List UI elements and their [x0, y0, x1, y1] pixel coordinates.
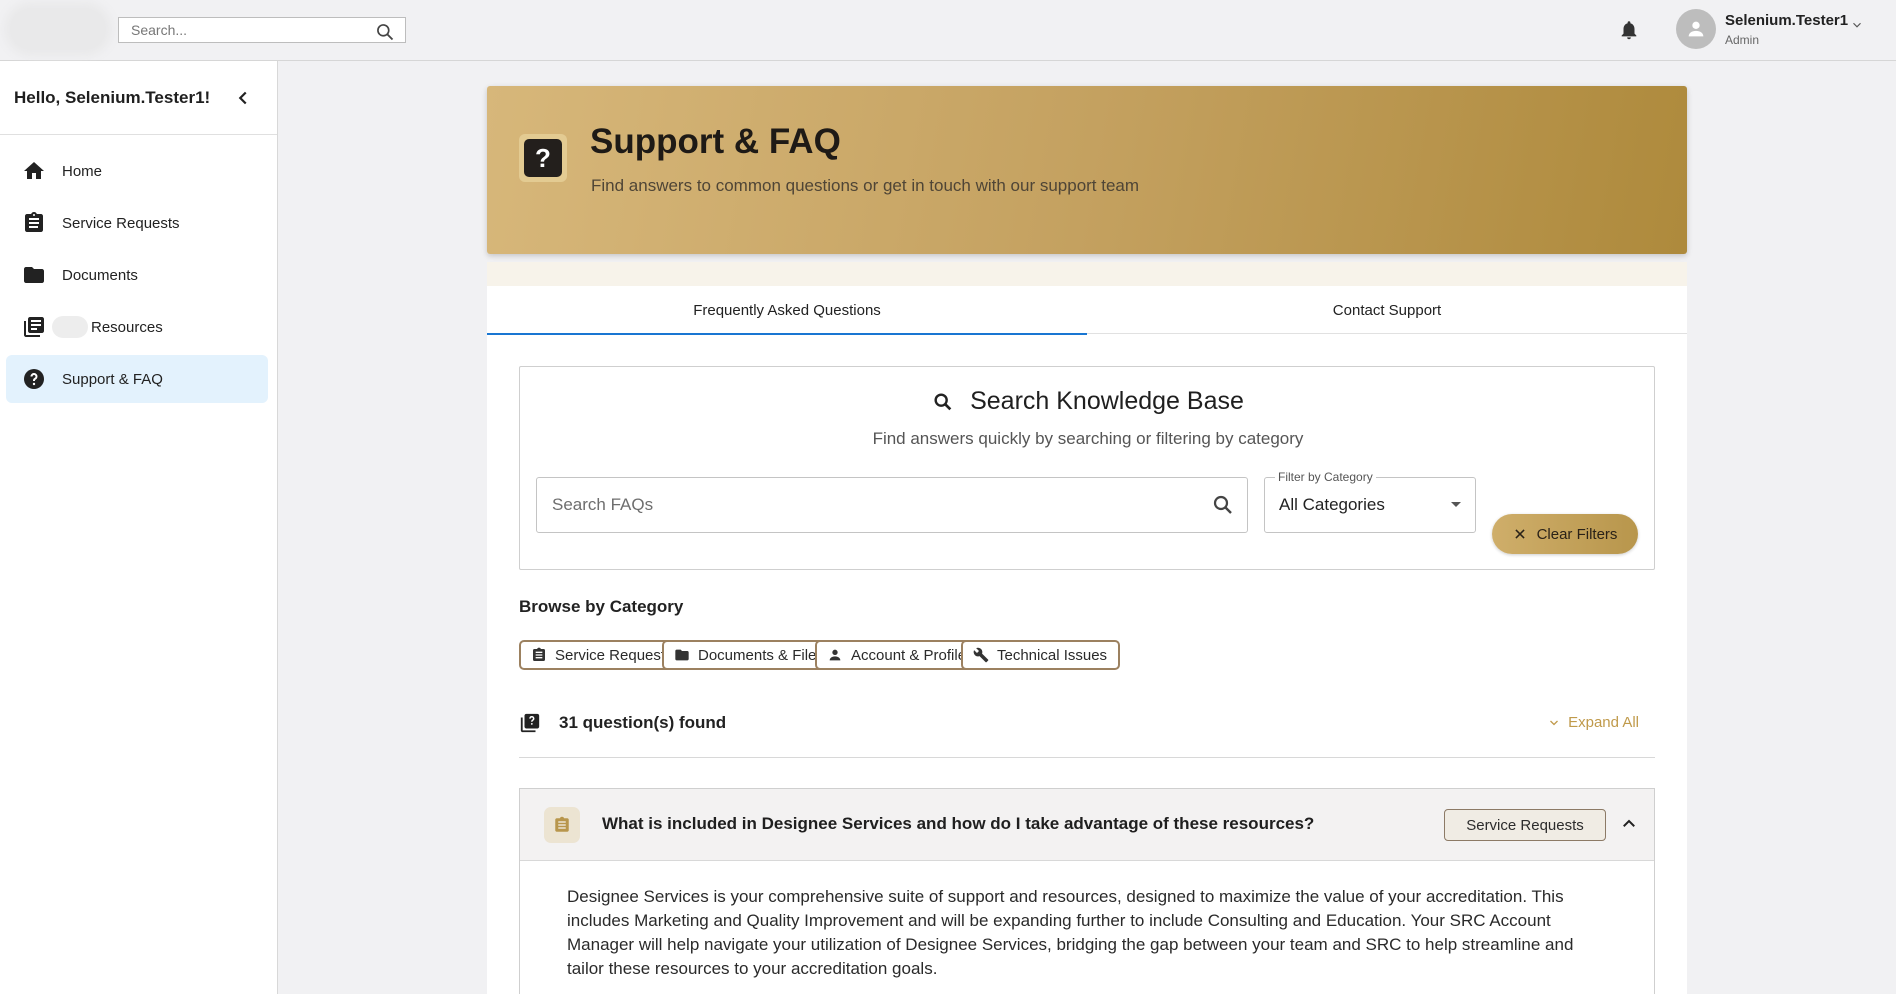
search-icon[interactable] [1211, 493, 1235, 517]
sidebar: Hello, Selenium.Tester1! Home Service Re… [0, 61, 278, 994]
category-chip-account-profile[interactable]: Account & Profile [815, 640, 980, 670]
category-chip-documents-files[interactable]: Documents & Files [662, 640, 837, 670]
logo[interactable] [10, 8, 106, 50]
sidebar-item-documents[interactable]: Documents [6, 251, 268, 299]
category-chip-service-requests[interactable]: Service Requests [519, 640, 686, 670]
sidebar-item-label: Resources [91, 318, 163, 336]
hero-banner: ? Support & FAQ Find answers to common q… [487, 86, 1687, 254]
page-subtitle: Find answers to common questions or get … [591, 176, 1140, 195]
folder-icon [24, 267, 44, 283]
category-filter-value: All Categories [1279, 495, 1385, 514]
chevron-down-icon [1550, 720, 1559, 725]
person-icon [829, 649, 841, 661]
top-bar: Selenium.Tester1 Admin [0, 0, 1896, 61]
sidebar-item-label: Home [62, 162, 103, 180]
faq-search-field[interactable] [536, 477, 1248, 533]
person-icon [1688, 21, 1704, 37]
faq-question[interactable]: What is included in Designee Services an… [602, 814, 1314, 834]
clipboard-icon [544, 807, 580, 843]
folder-icon [675, 649, 689, 661]
tab-faq[interactable]: Frequently Asked Questions [487, 286, 1087, 335]
redacted-label [52, 316, 88, 338]
results-count: 31 question(s) found [559, 713, 727, 732]
page-title: Support & FAQ [590, 122, 841, 161]
chevron-up-icon[interactable] [1620, 815, 1638, 833]
knowledge-base-search-box: Search Knowledge Base Find answers quick… [519, 366, 1655, 570]
faq-category-badge: Service Requests [1444, 809, 1606, 841]
sidebar-item-home[interactable]: Home [6, 147, 268, 195]
search-icon[interactable] [375, 22, 395, 42]
sidebar-item-label: Support & FAQ [62, 370, 163, 388]
library-books-icon [24, 317, 44, 337]
sidebar-item-service-requests[interactable]: Service Requests [6, 199, 268, 247]
notifications-bell-icon[interactable] [1618, 18, 1640, 42]
faq-search-input[interactable] [537, 478, 1177, 532]
home-icon [24, 162, 44, 179]
clipboard-icon [25, 212, 43, 232]
global-search-input[interactable] [119, 18, 359, 42]
hero-divider-strip [487, 262, 1687, 286]
greeting: Hello, Selenium.Tester1! [14, 88, 211, 107]
sidebar-item-label: Documents [62, 266, 138, 284]
clear-filters-button[interactable]: Clear Filters [1492, 514, 1638, 554]
clipboard-icon [533, 647, 545, 661]
close-icon [1514, 529, 1525, 539]
question-mark-icon: ? [519, 134, 567, 182]
user-name[interactable]: Selenium.Tester1 [1725, 12, 1848, 29]
chevron-down-icon[interactable] [1850, 18, 1864, 32]
user-role: Admin [1725, 33, 1760, 47]
wrench-icon [973, 647, 989, 663]
category-filter-label: Filter by Category [1275, 470, 1376, 484]
global-search[interactable] [118, 17, 406, 43]
search-icon [934, 392, 952, 410]
faq-item-header[interactable]: What is included in Designee Services an… [520, 789, 1654, 861]
sidebar-item-resources[interactable]: Resources [6, 303, 268, 351]
dropdown-arrow-icon [1451, 502, 1461, 507]
quiz-icon [520, 713, 540, 733]
knowledge-base-subtitle: Find answers quickly by searching or fil… [872, 429, 1304, 448]
tab-bar: Frequently Asked Questions Contact Suppo… [487, 286, 1687, 335]
expand-all-button[interactable]: Expand All [1548, 714, 1639, 731]
faq-answer: Designee Services is your comprehensive … [567, 887, 1574, 978]
faq-panel: Frequently Asked Questions Contact Suppo… [487, 286, 1687, 994]
sidebar-item-label: Service Requests [62, 214, 180, 232]
faq-item: What is included in Designee Services an… [519, 788, 1655, 994]
tab-contact-support[interactable]: Contact Support [1087, 286, 1687, 334]
category-filter-select[interactable]: Filter by Category All Categories [1264, 470, 1476, 533]
help-circle-icon [24, 369, 44, 389]
knowledge-base-title: Search Knowledge Base [520, 387, 1656, 420]
user-avatar[interactable] [1676, 9, 1716, 49]
results-summary: 31 question(s) found Expand All [519, 712, 1655, 758]
sidebar-item-support-faq[interactable]: Support & FAQ [6, 355, 268, 403]
browse-by-category-heading: Browse by Category [519, 597, 684, 616]
category-chip-technical-issues[interactable]: Technical Issues [961, 640, 1121, 670]
sidebar-divider [0, 134, 277, 135]
collapse-sidebar-icon[interactable] [232, 87, 254, 109]
